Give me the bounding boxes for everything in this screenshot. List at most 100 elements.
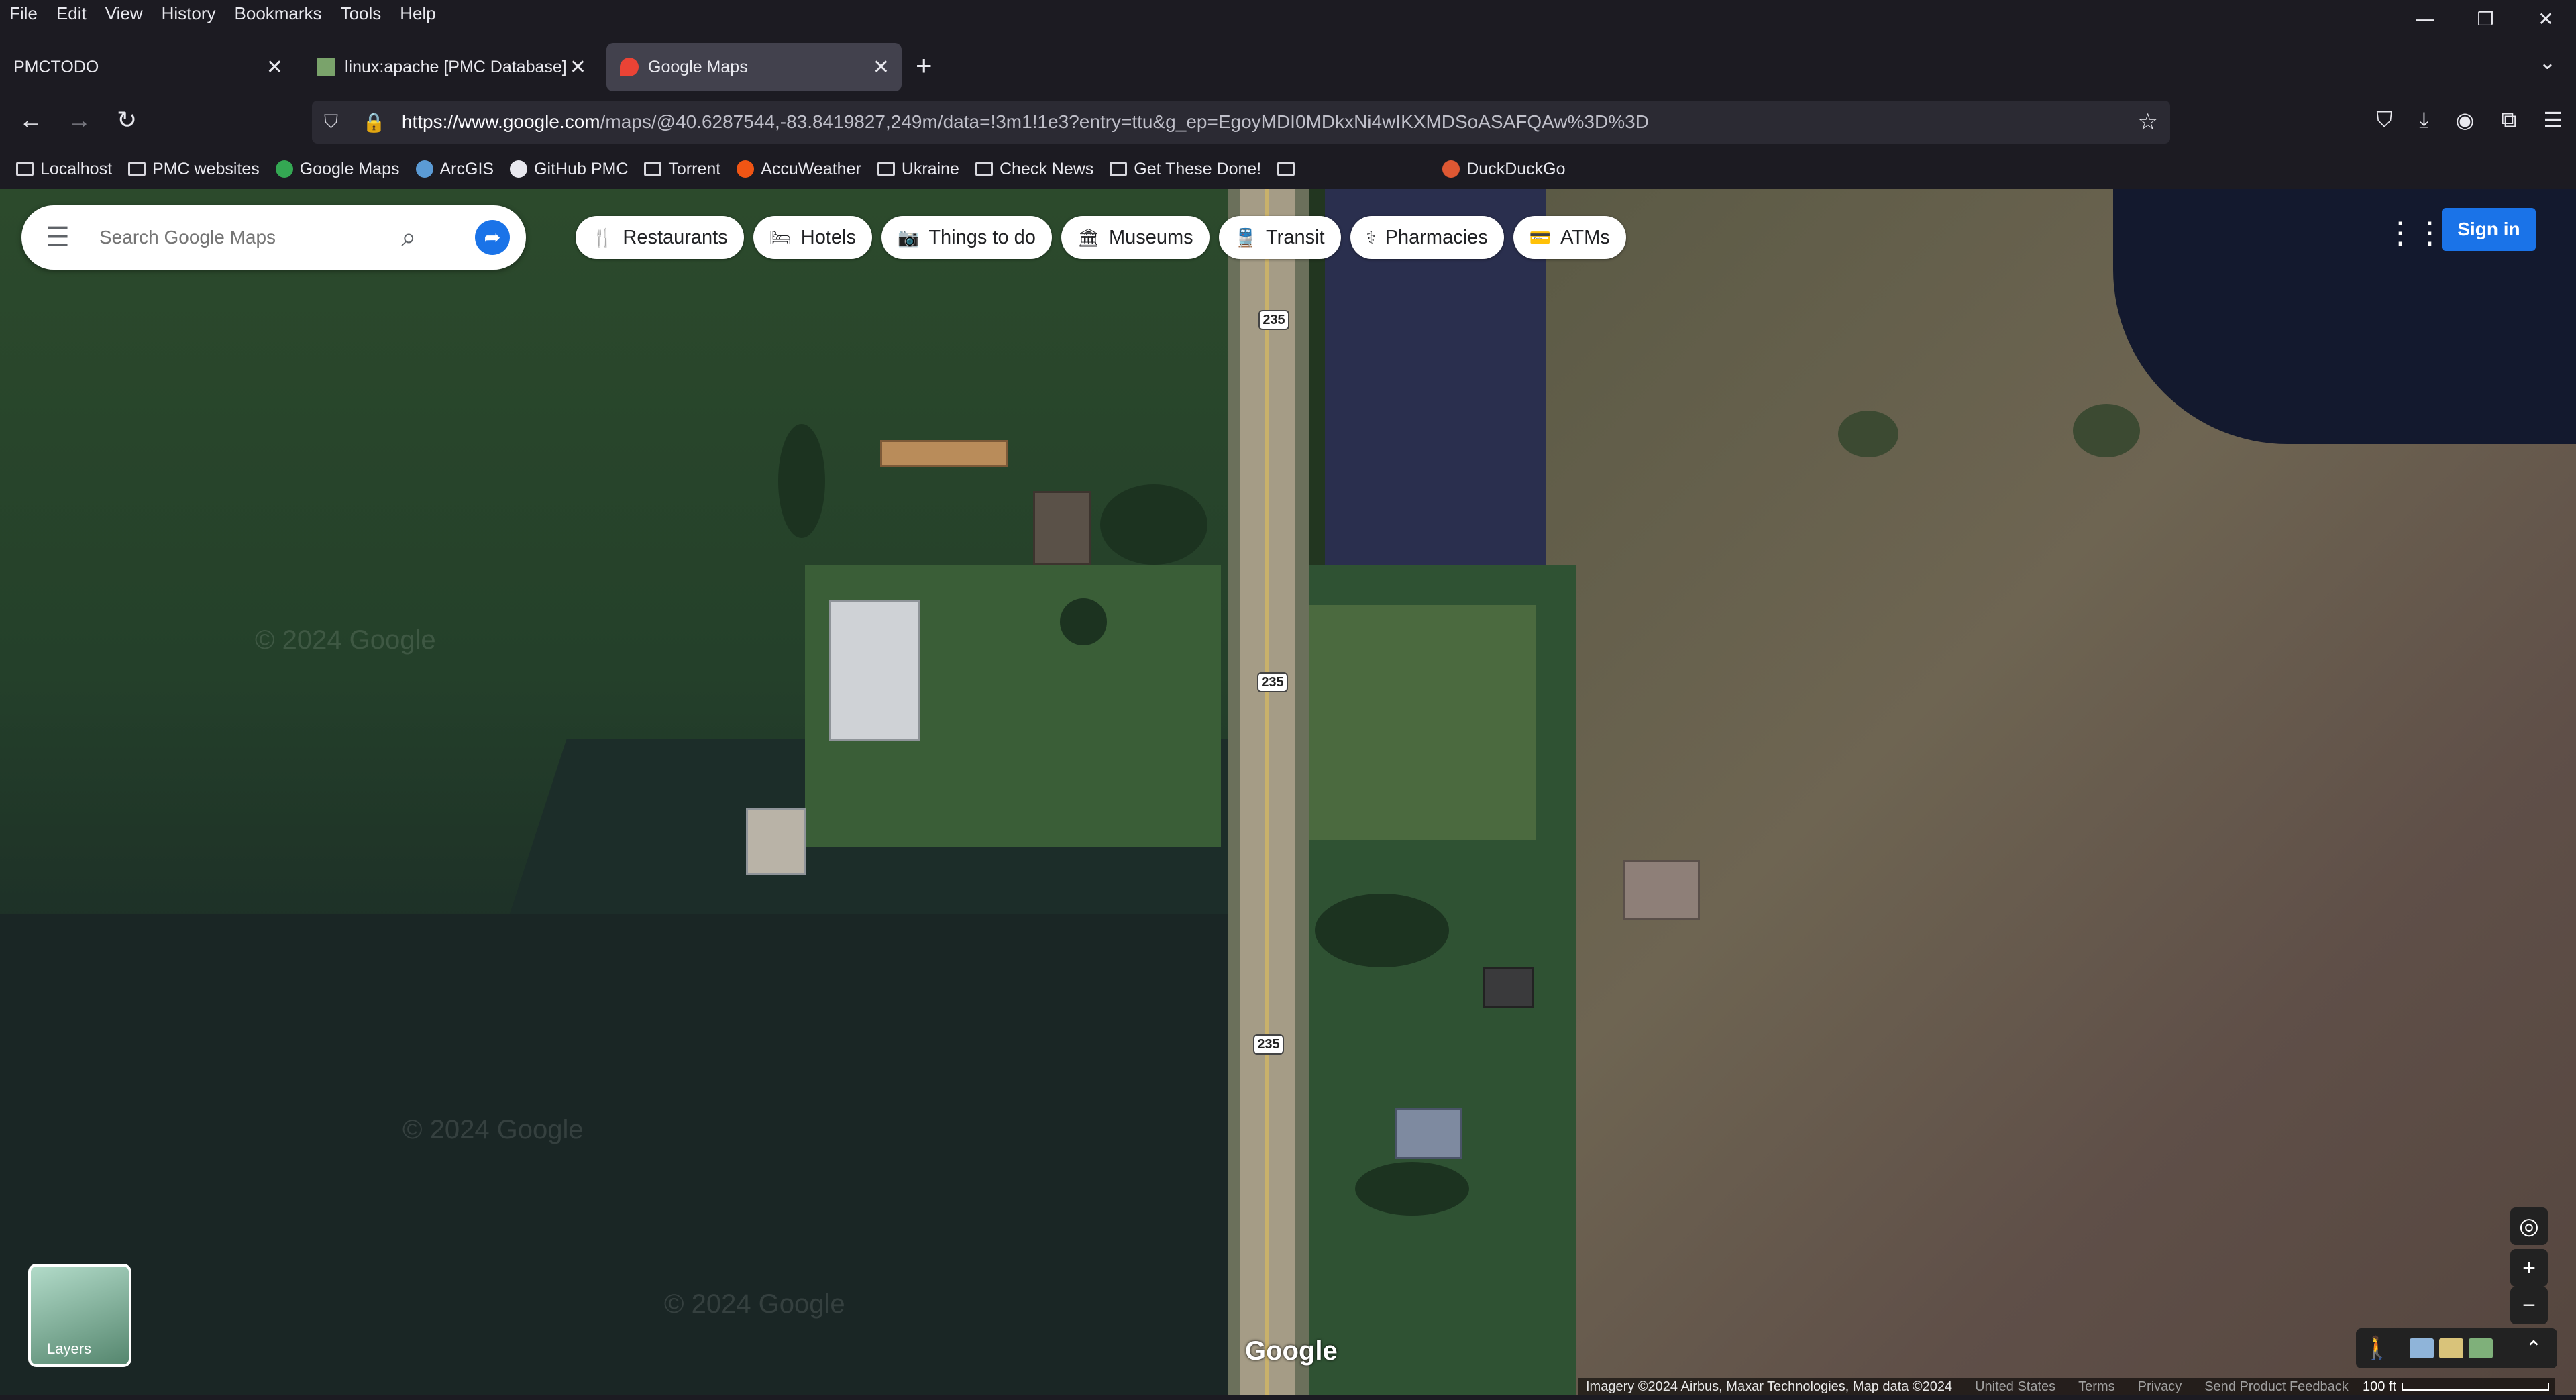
reload-icon[interactable]: ↻: [117, 106, 137, 134]
bookmark-duckduckgo[interactable]: DuckDuckGo: [1442, 160, 1566, 179]
list-tabs-icon[interactable]: ⌄: [2539, 51, 2556, 74]
url-bar[interactable]: ⛉ 🔒 https://www.google.com /maps/@40.628…: [312, 101, 2170, 144]
tree-cluster: [1100, 484, 1208, 565]
close-tab-icon[interactable]: ✕: [266, 56, 283, 79]
new-tab-button[interactable]: +: [916, 50, 932, 82]
layers-button[interactable]: Layers: [28, 1264, 131, 1367]
map-watermark: © 2024 Google: [402, 1115, 584, 1144]
tab-google-maps[interactable]: Google Maps ✕: [606, 43, 902, 91]
forward-arrow-icon[interactable]: →: [67, 106, 91, 134]
bookmark-folder[interactable]: [1277, 162, 1301, 176]
minimize-button[interactable]: —: [2395, 0, 2455, 38]
imagery-tray: 🚶 ⌃: [2356, 1328, 2557, 1368]
chip-atms[interactable]: 💳 ATMs: [1513, 216, 1626, 259]
tree-cluster: [1355, 1162, 1469, 1216]
bookmark-star-icon[interactable]: ☆: [2138, 109, 2158, 136]
chip-restaurants[interactable]: 🍴 Restaurants: [576, 216, 744, 259]
road-235: [1240, 189, 1295, 1395]
country-link[interactable]: United States: [1975, 1379, 2055, 1395]
restore-button[interactable]: ❐: [2455, 0, 2516, 38]
url-path: /maps/@40.6287544,-83.8419827,249m/data=…: [600, 111, 1649, 132]
bookmark-torrent[interactable]: Torrent: [644, 160, 720, 179]
scale-label: 100 ft: [2363, 1379, 2397, 1394]
my-location-icon[interactable]: ◎: [2510, 1207, 2548, 1245]
expand-up-icon[interactable]: ⌃: [2525, 1337, 2542, 1360]
close-tab-icon[interactable]: ✕: [570, 56, 586, 79]
downloads-icon[interactable]: ⤓: [2419, 107, 2428, 133]
google-apps-icon[interactable]: ⋮⋮⋮: [2385, 216, 2474, 250]
menu-view[interactable]: View: [96, 3, 152, 24]
extensions-icon[interactable]: ⧉: [2501, 107, 2516, 133]
chip-transit[interactable]: 🚆 Transit: [1218, 216, 1341, 259]
bookmark-arcgis[interactable]: ArcGIS: [415, 160, 494, 179]
sign-in-button[interactable]: Sign in: [2442, 208, 2536, 251]
lock-icon[interactable]: 🔒: [362, 111, 386, 133]
maps-pin-icon: [275, 160, 293, 178]
account-icon[interactable]: ◉: [2456, 107, 2475, 133]
search-input[interactable]: [99, 227, 394, 248]
bookmark-get-these-done[interactable]: Get These Done!: [1110, 160, 1261, 179]
fork-knife-icon: 🍴: [592, 227, 614, 248]
google-logo: Google: [1245, 1336, 1338, 1366]
bookmark-ukraine[interactable]: Ukraine: [877, 160, 959, 179]
toolbar-icons: ⛉ ⤓ ◉ ⧉ ☰: [2376, 107, 2563, 133]
bookmark-localhost[interactable]: Localhost: [16, 160, 112, 179]
tab-linux-apache[interactable]: linux:apache [PMC Database] ✕: [303, 43, 598, 91]
category-chips: 🍴 Restaurants 🛏 Hotels 📷 Things to do 🏛 Muse…: [576, 216, 1626, 259]
pegman-icon[interactable]: 🚶: [2363, 1335, 2391, 1362]
directions-icon[interactable]: ➦: [475, 220, 510, 255]
search-icon[interactable]: ⌕: [401, 223, 416, 253]
url-domain: https://www.google.com: [401, 111, 600, 132]
route-235-shield: 235: [1258, 310, 1289, 330]
back-arrow-icon[interactable]: ←: [19, 106, 43, 134]
menu-bar: File Edit View History Bookmarks Tools H…: [0, 0, 445, 27]
bookmark-pmc-websites[interactable]: PMC websites: [128, 160, 260, 179]
feedback-link[interactable]: Send Product Feedback: [2204, 1379, 2349, 1395]
pocket-icon[interactable]: ⛉: [2376, 107, 2392, 133]
privacy-link[interactable]: Privacy: [2138, 1379, 2182, 1395]
menu-file[interactable]: File: [0, 3, 47, 24]
farmhouse-building: [1623, 860, 1700, 920]
bookmark-accuweather[interactable]: AccuWeather: [737, 160, 861, 179]
barn-building: [829, 600, 920, 741]
bookmark-google-maps[interactable]: Google Maps: [275, 159, 400, 179]
imagery-thumb[interactable]: [2410, 1338, 2434, 1358]
bookmark-check-news[interactable]: Check News: [975, 160, 1093, 179]
menu-tools[interactable]: Tools: [331, 3, 391, 24]
tree: [1838, 411, 1898, 457]
tab-strip: PMCTODO ✕ linux:apache [PMC Database] ✕ …: [0, 42, 2576, 93]
zoom-out-button[interactable]: −: [2510, 1287, 2548, 1324]
chip-museums[interactable]: 🏛 Museums: [1061, 216, 1210, 259]
grass-lot: [1308, 605, 1536, 840]
imagery-thumb[interactable]: [2439, 1338, 2464, 1358]
menu-edit[interactable]: Edit: [47, 3, 96, 24]
satellite-map[interactable]: 235 235 235 © 2024 Google © 2024 Google …: [0, 189, 2576, 1395]
tracking-shield-icon[interactable]: ⛉: [324, 111, 338, 133]
terms-link[interactable]: Terms: [2078, 1379, 2114, 1395]
blue-roof-house: [1395, 1108, 1462, 1159]
window-controls: — ❐ ✕: [2395, 0, 2576, 38]
folder-icon: [644, 162, 662, 176]
imagery-thumb[interactable]: [2469, 1338, 2493, 1358]
chip-pharmacies[interactable]: ⚕ Pharmacies: [1350, 216, 1504, 259]
close-window-button[interactable]: ✕: [2516, 0, 2576, 38]
camera-icon: 📷: [897, 227, 920, 248]
menu-hamburger-icon[interactable]: ☰: [46, 222, 75, 253]
menu-help[interactable]: Help: [390, 3, 445, 24]
menu-history[interactable]: History: [152, 3, 225, 24]
zoom-in-button[interactable]: +: [2510, 1249, 2548, 1287]
bookmark-label: Google Maps: [299, 159, 400, 178]
bookmark-github-pmc[interactable]: GitHub PMC: [510, 160, 628, 179]
app-menu-icon[interactable]: ☰: [2543, 107, 2563, 133]
scale-bar[interactable]: 100 ft: [2357, 1378, 2555, 1395]
scale-ruler: [2402, 1383, 2550, 1391]
tab-pmctodo[interactable]: PMCTODO ✕: [0, 43, 295, 91]
shed-building: [746, 808, 806, 875]
folder-icon: [128, 162, 146, 176]
bookmark-label: Check News: [999, 159, 1094, 178]
bookmark-label: PMC websites: [152, 159, 260, 178]
chip-things-to-do[interactable]: 📷 Things to do: [881, 216, 1052, 259]
menu-bookmarks[interactable]: Bookmarks: [225, 3, 331, 24]
close-tab-icon[interactable]: ✕: [873, 56, 890, 79]
chip-hotels[interactable]: 🛏 Hotels: [753, 216, 872, 259]
